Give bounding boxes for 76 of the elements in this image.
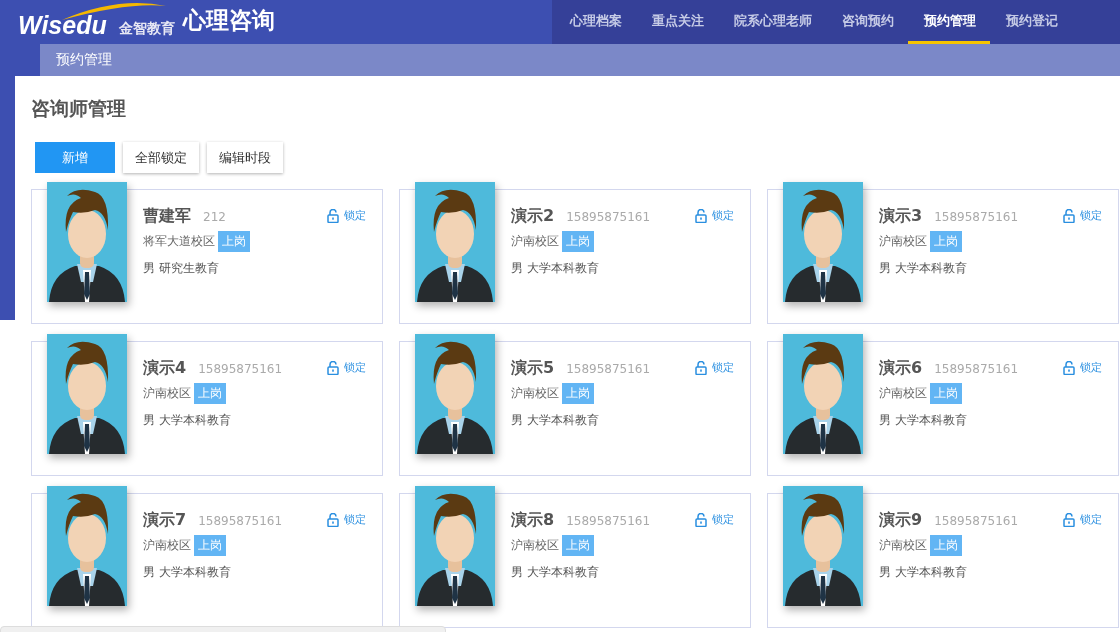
padlock-icon	[327, 512, 339, 527]
counselor-phone: 212	[203, 210, 226, 224]
toolbar-button[interactable]: 新增	[35, 142, 115, 173]
lock-button[interactable]: 锁定	[327, 512, 366, 527]
campus-text: 沪南校区	[143, 385, 191, 402]
counselor-phone: 15895875161	[198, 514, 283, 528]
campus-text: 沪南校区	[143, 537, 191, 554]
padlock-icon	[1063, 512, 1075, 527]
status-tag: 上岗	[194, 383, 226, 404]
padlock-icon	[695, 208, 707, 223]
counselor-details: 男 研究生教育	[143, 260, 220, 277]
lock-button[interactable]: 锁定	[695, 512, 734, 527]
app-title: 心理咨询	[182, 6, 275, 35]
counselor-name: 演示6	[879, 358, 923, 379]
status-tag: 上岗	[218, 231, 250, 252]
counselor-phone: 15895875161	[566, 514, 651, 528]
counselor-details: 男 大学本科教育	[879, 564, 968, 581]
counselor-name: 演示5	[511, 358, 555, 379]
lock-button[interactable]: 锁定	[327, 360, 366, 375]
status-tag: 上岗	[562, 383, 594, 404]
nav-tab[interactable]: 院系心理老师	[718, 0, 826, 44]
counselor-phone: 15895875161	[934, 210, 1019, 224]
campus-text: 沪南校区	[879, 233, 927, 250]
padlock-icon	[1063, 208, 1075, 223]
counselor-name: 演示3	[879, 206, 923, 227]
toolbar-button[interactable]: 全部锁定	[123, 142, 199, 173]
lock-button[interactable]: 锁定	[695, 360, 734, 375]
status-tag: 上岗	[562, 231, 594, 252]
campus-text: 沪南校区	[879, 537, 927, 554]
nav-tab[interactable]: 重点关注	[636, 0, 718, 44]
counselor-details: 男 大学本科教育	[511, 564, 600, 581]
counselor-details: 男 大学本科教育	[879, 412, 968, 429]
logo-text: Wisedu	[18, 11, 107, 41]
counselor-name: 演示2	[511, 206, 555, 227]
counselor-name: 演示4	[143, 358, 187, 379]
padlock-icon	[327, 360, 339, 375]
nav-tab[interactable]: 咨询预约	[826, 0, 908, 44]
counselor-name: 曹建军	[143, 206, 191, 227]
page-title: 咨询师管理	[31, 96, 127, 121]
padlock-icon	[327, 208, 339, 223]
lock-button[interactable]: 锁定	[695, 208, 734, 223]
counselor-phone: 15895875161	[566, 210, 651, 224]
counselor-details: 男 大学本科教育	[879, 260, 968, 277]
campus-text: 沪南校区	[511, 385, 559, 402]
counselor-phone: 15895875161	[566, 362, 651, 376]
lock-button[interactable]: 锁定	[1063, 360, 1102, 375]
counselor-phone: 15895875161	[934, 362, 1019, 376]
status-tag: 上岗	[194, 535, 226, 556]
campus-text: 沪南校区	[879, 385, 927, 402]
lock-button[interactable]: 锁定	[327, 208, 366, 223]
counselor-phone: 15895875161	[934, 514, 1019, 528]
breadcrumb-text: 预约管理	[56, 51, 112, 69]
campus-text: 沪南校区	[511, 233, 559, 250]
counselor-name: 演示7	[143, 510, 187, 531]
counselor-name: 演示9	[879, 510, 923, 531]
lock-button[interactable]: 锁定	[1063, 512, 1102, 527]
counselor-details: 男 大学本科教育	[143, 412, 232, 429]
padlock-icon	[1063, 360, 1075, 375]
status-tag: 上岗	[562, 535, 594, 556]
nav-tab[interactable]: 预约登记	[990, 0, 1072, 44]
nav-tab[interactable]: 心理档案	[554, 0, 636, 44]
toolbar-button[interactable]: 编辑时段	[207, 142, 283, 173]
counselor-phone: 15895875161	[198, 362, 283, 376]
padlock-icon	[695, 512, 707, 527]
logo-subtext: 金智教育	[118, 20, 175, 38]
counselor-details: 男 大学本科教育	[511, 412, 600, 429]
status-tag: 上岗	[930, 231, 962, 252]
status-tag: 上岗	[930, 383, 962, 404]
campus-text: 将军大道校区	[143, 233, 215, 250]
lock-button[interactable]: 锁定	[1063, 208, 1102, 223]
campus-text: 沪南校区	[511, 537, 559, 554]
counselor-details: 男 大学本科教育	[143, 564, 232, 581]
padlock-icon	[695, 360, 707, 375]
status-tag: 上岗	[930, 535, 962, 556]
counselor-details: 男 大学本科教育	[511, 260, 600, 277]
counselor-name: 演示8	[511, 510, 555, 531]
